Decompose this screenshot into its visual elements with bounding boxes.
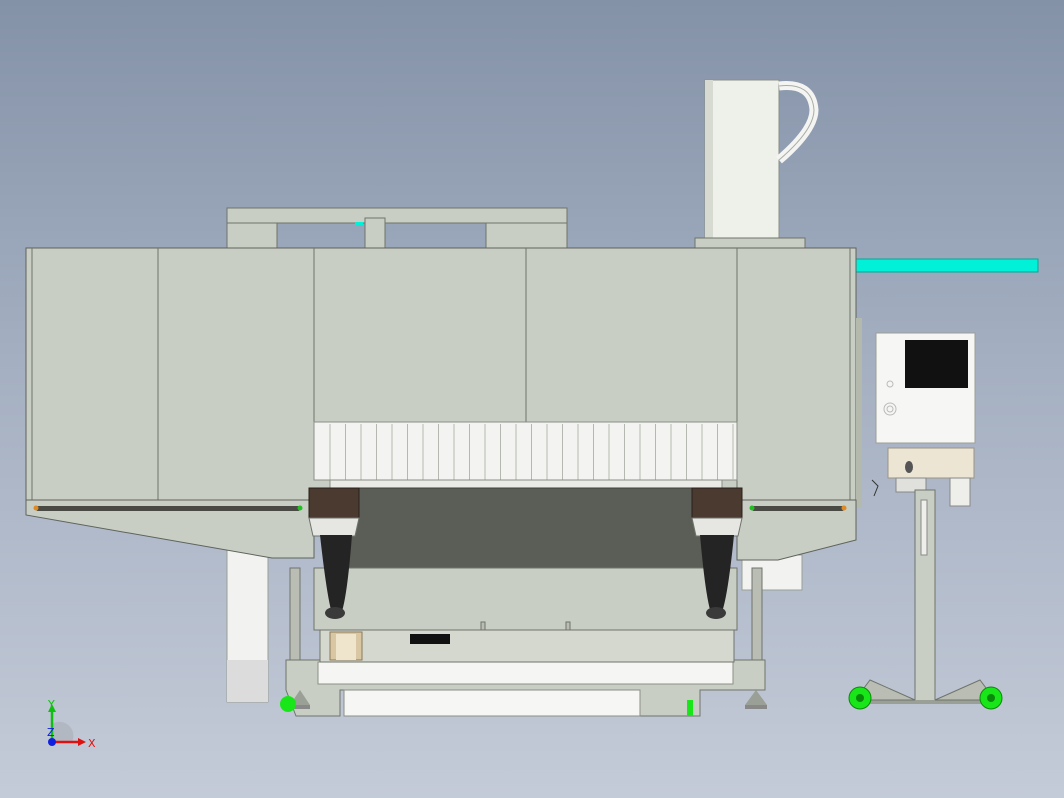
z-axis-dot — [48, 738, 56, 746]
y-axis-label: Y — [47, 698, 55, 711]
z-axis-label: Z — [47, 726, 55, 739]
machine-model-view[interactable] — [0, 0, 1064, 798]
exhaust-chimney — [694, 79, 819, 251]
top-frame — [226, 207, 568, 250]
control-panel-stand — [848, 332, 1003, 710]
x-axis-label: X — [88, 737, 96, 750]
loading-opening — [313, 487, 738, 653]
cad-viewport[interactable]: Y X Z — [0, 0, 1064, 798]
hmi-screen — [905, 340, 968, 388]
inner-slat-panel — [313, 421, 738, 489]
cyan-conveyor-bar — [855, 258, 1039, 273]
coordinate-triad-icon: Y X Z — [47, 698, 96, 750]
